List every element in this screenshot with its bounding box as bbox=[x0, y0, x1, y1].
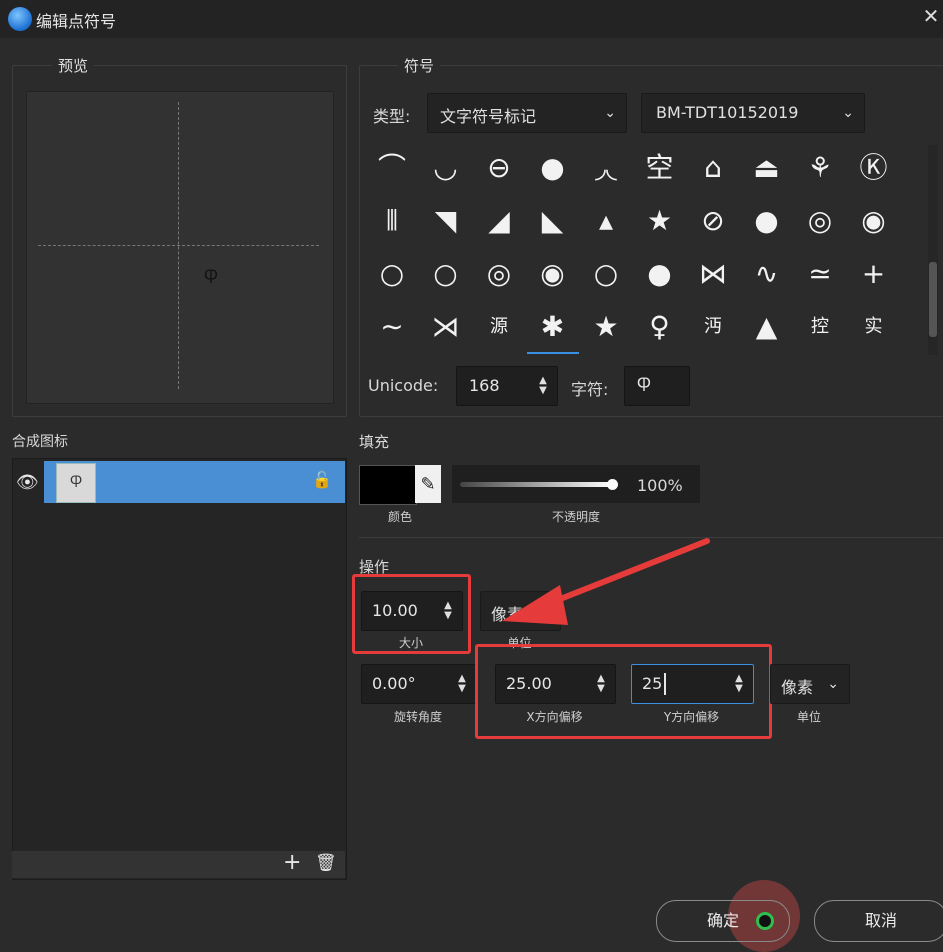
symbol-cell[interactable]: ◥ bbox=[420, 196, 472, 246]
type-dropdown[interactable]: 文字符号标记 ⌄ bbox=[427, 93, 627, 133]
char-value: Ⴔ bbox=[637, 376, 651, 395]
composite-label: 合成图标 bbox=[12, 434, 68, 450]
symbol-cell[interactable]: ⋈ bbox=[687, 249, 739, 299]
opacity-caption: 不透明度 bbox=[551, 510, 600, 524]
offset-highlight-box bbox=[475, 644, 772, 739]
unicode-label: Unicode: bbox=[368, 376, 439, 395]
unit-caption-2: 单位 bbox=[796, 710, 821, 724]
symbol-cell[interactable]: ○ bbox=[580, 249, 632, 299]
title-bar bbox=[0, 0, 943, 38]
chevron-down-icon: ⌄ bbox=[604, 105, 616, 121]
spin-arrows-icon[interactable]: ▲ ▼ bbox=[537, 376, 549, 396]
symbol-cell[interactable]: ◣ bbox=[527, 196, 579, 246]
layer-thumbnail: Ⴔ bbox=[56, 463, 96, 503]
symbol-cell[interactable]: ∿ bbox=[741, 249, 793, 299]
rotation-value: 0.00° bbox=[372, 674, 416, 693]
font-dropdown-value: BM-TDT10152019 bbox=[656, 103, 799, 122]
eyedropper-icon[interactable]: ✎ bbox=[415, 465, 441, 503]
unlock-icon[interactable]: 🔓 bbox=[312, 470, 332, 489]
window-title: 编辑点符号 bbox=[36, 12, 117, 31]
chevron-down-icon: ⌄ bbox=[827, 676, 839, 692]
preview-legend: 预览 bbox=[52, 55, 95, 76]
preview-canvas bbox=[26, 91, 334, 404]
symbol-cell[interactable]: ▲ bbox=[741, 302, 793, 352]
symbol-cell[interactable]: 源 bbox=[473, 302, 525, 352]
char-label: 字符: bbox=[571, 380, 609, 399]
symbol-cell[interactable]: ▴ bbox=[580, 196, 632, 246]
symbol-cell[interactable]: ∼ bbox=[366, 302, 418, 352]
symbol-cell[interactable]: 实 bbox=[848, 302, 900, 352]
type-label: 类型: bbox=[373, 107, 411, 126]
symbol-cell[interactable]: Ⓚ bbox=[848, 143, 900, 193]
type-dropdown-value: 文字符号标记 bbox=[440, 107, 537, 126]
preview-horizontal-guide bbox=[38, 245, 319, 246]
symbol-cell[interactable]: ⚘ bbox=[794, 143, 846, 193]
symbol-cell[interactable]: ○ bbox=[420, 249, 472, 299]
symbol-cell[interactable]: ⌂ bbox=[687, 143, 739, 193]
symbol-legend: 符号 bbox=[398, 55, 441, 76]
symbol-cell[interactable]: ⏏ bbox=[741, 143, 793, 193]
symbol-cell[interactable]: 控 bbox=[794, 302, 846, 352]
symbol-cell[interactable]: ◢ bbox=[473, 196, 525, 246]
symbol-cell[interactable]: ✱ bbox=[526, 302, 579, 354]
symbol-cell[interactable]: ⫴ bbox=[366, 196, 418, 246]
symbol-cell[interactable]: ● bbox=[741, 196, 793, 246]
symbol-cell[interactable]: ⌒ bbox=[366, 143, 418, 193]
cursor-marker bbox=[756, 912, 774, 930]
symbol-cell[interactable]: ◎ bbox=[794, 196, 846, 246]
symbol-cell[interactable]: ◡ bbox=[420, 143, 472, 193]
symbol-cell[interactable]: ⊘ bbox=[687, 196, 739, 246]
symbol-cell[interactable]: ◎ bbox=[473, 249, 525, 299]
font-dropdown[interactable]: BM-TDT10152019 ⌄ bbox=[641, 93, 865, 133]
symbol-scrollbar-thumb[interactable] bbox=[929, 262, 937, 337]
eye-icon[interactable]: 👁 bbox=[16, 472, 39, 493]
unit-dropdown-2[interactable]: 像素 ⌄ bbox=[770, 664, 850, 704]
fill-color-swatch[interactable] bbox=[359, 465, 417, 505]
trash-icon[interactable]: 🗑 bbox=[315, 853, 337, 873]
symbol-cell[interactable]: ⊖ bbox=[473, 143, 525, 193]
symbol-cell[interactable]: ★ bbox=[580, 302, 632, 352]
cancel-button[interactable]: 取消 bbox=[814, 900, 943, 942]
size-highlight-box bbox=[352, 574, 471, 654]
rotation-spinbox[interactable]: 0.00° ▲ ▼ bbox=[361, 664, 477, 704]
symbol-cell[interactable]: + bbox=[848, 249, 900, 299]
color-caption: 颜色 bbox=[387, 510, 412, 524]
annotation-arrow bbox=[502, 538, 710, 625]
app-logo-icon bbox=[8, 7, 32, 31]
opacity-slider-handle[interactable] bbox=[607, 479, 618, 490]
symbol-grid: ⌒ ◡ ⊖ ● ◞◟ 空 ⌂ ⏏ ⚘ Ⓚ ⫴ ◥ ◢ ◣ ▴ ★ ⊘ ● ◎ ◉ ○ ○ ◎ ◉ ○ ● ⋈ ∿ ≃ + ∼ ⋊ 源 ✱ ★ ♀ 沔 ▲ 控… bbox=[366, 143, 926, 358]
opacity-value: 100% bbox=[637, 476, 683, 495]
unicode-value: 168 bbox=[469, 376, 500, 395]
symbol-cell[interactable]: ● bbox=[634, 249, 686, 299]
symbol-cell[interactable]: 空 bbox=[634, 143, 686, 193]
symbol-cell[interactable]: 沔 bbox=[687, 302, 739, 352]
symbol-cell[interactable]: ◉ bbox=[848, 196, 900, 246]
close-icon[interactable]: ✕ bbox=[920, 4, 942, 28]
chevron-down-icon: ⌄ bbox=[842, 105, 854, 121]
unit-dropdown-2-value: 像素 bbox=[781, 678, 814, 697]
layer-list bbox=[12, 458, 347, 880]
symbol-cell[interactable]: ★ bbox=[634, 196, 686, 246]
symbol-cell[interactable]: ● bbox=[527, 143, 579, 193]
symbol-cell[interactable]: ◉ bbox=[527, 249, 579, 299]
preview-symbol: Ⴔ bbox=[204, 268, 218, 287]
symbol-cell[interactable]: ⋊ bbox=[420, 302, 472, 352]
symbol-cell[interactable]: ♀ bbox=[634, 302, 686, 352]
char-field[interactable]: Ⴔ bbox=[624, 366, 690, 406]
opacity-slider-track[interactable] bbox=[460, 482, 612, 487]
add-icon[interactable]: + bbox=[283, 850, 301, 875]
symbol-cell[interactable]: ◞◟ bbox=[580, 143, 632, 193]
symbol-cell[interactable]: ≃ bbox=[794, 249, 846, 299]
fill-label: 填充 bbox=[359, 433, 390, 451]
spin-arrows-icon[interactable]: ▲ ▼ bbox=[456, 674, 468, 694]
symbol-cell[interactable]: ○ bbox=[366, 249, 418, 299]
unicode-spinbox[interactable]: 168 ▲ ▼ bbox=[456, 366, 558, 406]
rotation-caption: 旋转角度 bbox=[393, 710, 442, 724]
